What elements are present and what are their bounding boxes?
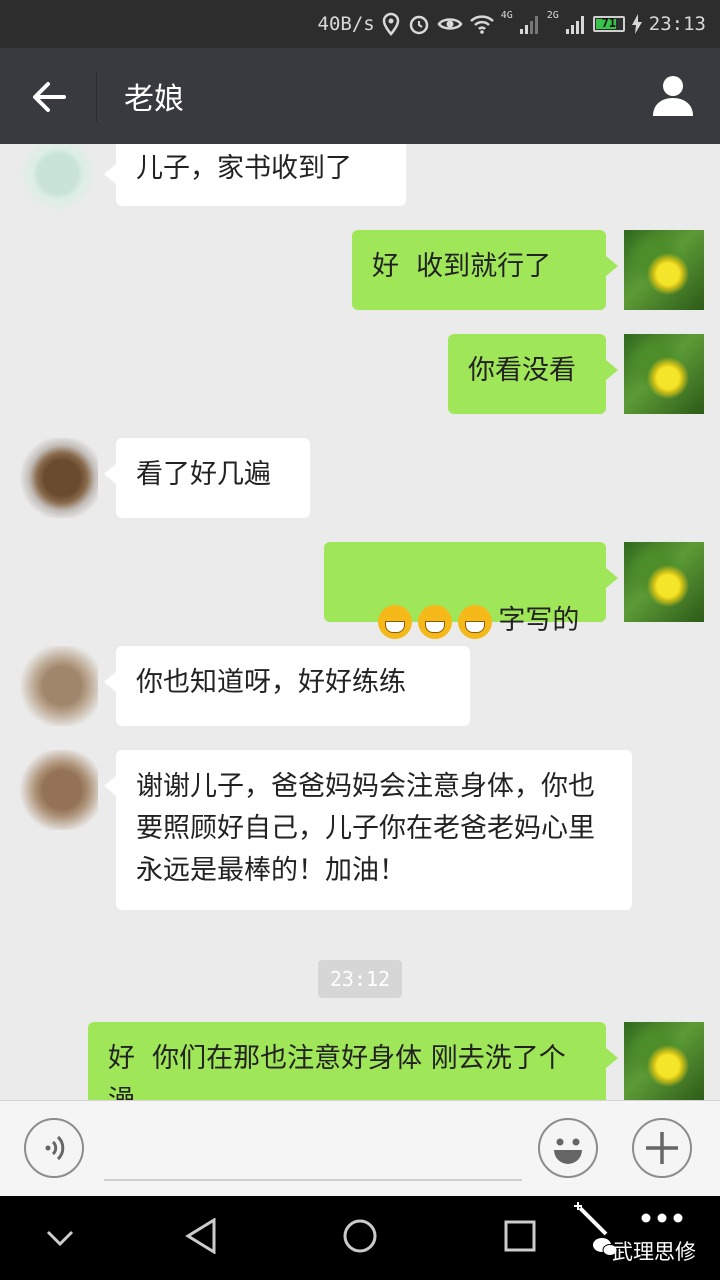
message-bubble-outgoing[interactable]: 好 收到就行了 [352,230,618,310]
contact-avatar[interactable] [18,646,98,726]
message-input-bar [0,1100,720,1197]
emoji-button[interactable] [538,1118,598,1178]
net-2g-label: 2G [546,10,559,21]
chat-title: 老娘 [124,82,184,117]
my-avatar[interactable] [624,334,704,414]
my-avatar[interactable] [624,542,704,622]
more-dots-icon[interactable] [640,1212,684,1224]
signal-2g-icon [565,16,584,34]
back-arrow-icon[interactable] [28,76,70,118]
net-4g-label: 4G [500,10,513,21]
message-bubble-outgoing[interactable]: 你看没看 [448,334,618,414]
grin-emoji-icon [458,604,493,639]
eye-icon [437,18,463,30]
network-speed: 40B/s [317,13,375,35]
message-input[interactable] [104,1179,522,1181]
chat-header: 老娘 [0,48,720,144]
voice-input-button[interactable] [24,1118,84,1178]
message-bubble-outgoing[interactable]: 字写的丑 [324,542,618,678]
magic-wand-icon [574,1202,608,1236]
recent-apps-square-icon[interactable] [504,1220,536,1252]
back-triangle-icon[interactable] [184,1218,218,1254]
charging-icon [631,14,642,34]
clock: 23:13 [648,13,706,35]
voice-icon [45,1135,65,1161]
grin-emoji-icon [418,604,453,639]
my-avatar[interactable] [624,230,704,310]
message-bubble-incoming[interactable]: 你也知道呀，好好练练 [104,646,470,726]
my-avatar[interactable] [624,1022,704,1100]
location-icon [382,12,399,36]
message-bubble-incoming[interactable]: 看了好几遍 [104,438,310,518]
message-timestamp: 23:12 [318,960,402,998]
more-actions-button[interactable] [632,1118,692,1178]
smiley-icon [554,1138,582,1164]
watermark-text: 武理思修 [612,1240,696,1264]
message-bubble-incoming[interactable]: 儿子，家书收到了 [104,144,406,206]
message-bubble-outgoing[interactable]: 好 你们在那也注意好身体 刚去洗了个澡 [88,1022,618,1100]
plus-icon [646,1132,678,1164]
contact-info-icon[interactable] [650,72,696,118]
chat-message-list[interactable]: 儿子，家书收到了 好 收到就行了 你看没看 看了好几遍 字写的丑 你也知道呀，好… [0,144,720,1100]
message-bubble-incoming[interactable]: 谢谢儿子，爸爸妈妈会注意身体，你也要照顾好自己，儿子你在老爸老妈心里永远是最棒的… [104,750,632,910]
grin-emoji-icon [378,604,413,639]
battery-icon: 71 [592,16,625,32]
contact-avatar[interactable] [18,144,98,214]
status-bar: 40B/s 4G 2G 71 23:13 [0,0,720,48]
wifi-icon [469,15,494,34]
contact-avatar[interactable] [18,750,98,830]
chevron-down-icon[interactable] [44,1224,76,1252]
home-circle-icon[interactable] [342,1218,378,1254]
alarm-icon [409,15,428,35]
battery-level: 71 [601,16,617,30]
signal-4g-icon [519,16,538,34]
header-divider [96,72,97,122]
contact-avatar[interactable] [18,438,98,518]
